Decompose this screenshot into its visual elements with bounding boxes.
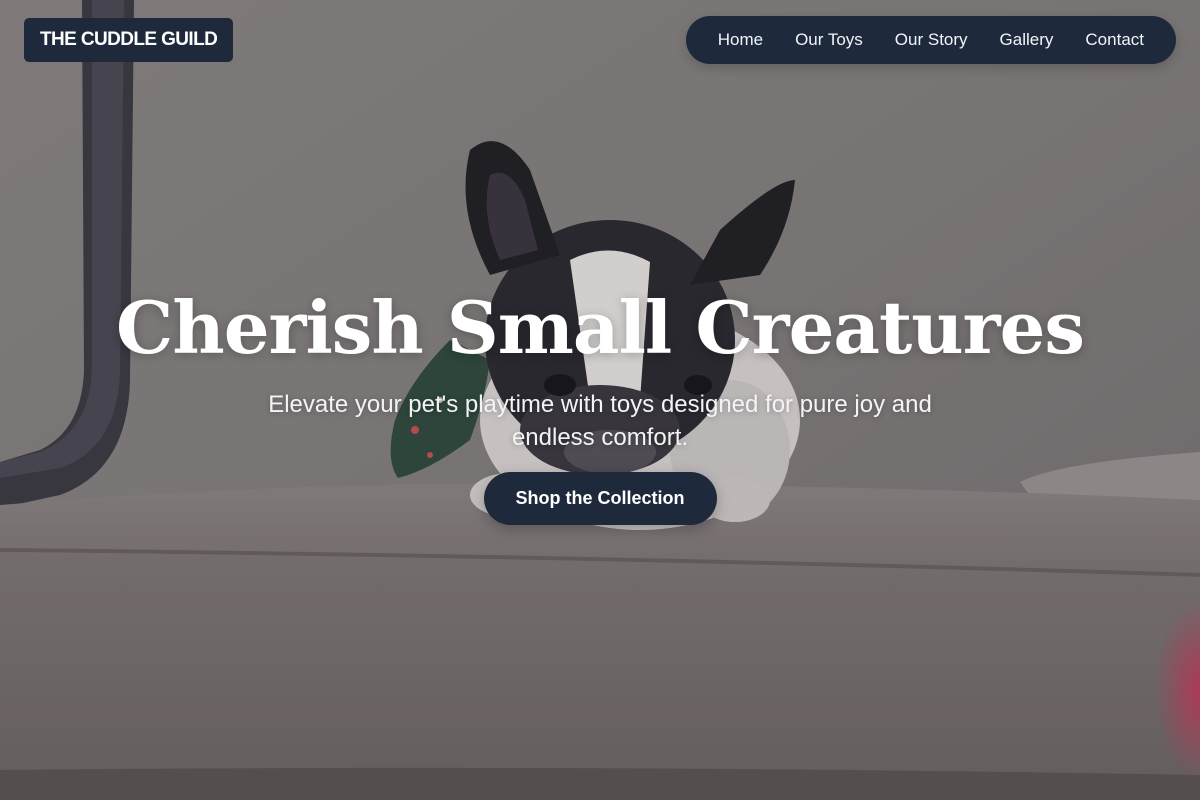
nav-item-our-story[interactable]: Our Story (879, 30, 984, 50)
hero-subtitle: Elevate your pet's playtime with toys de… (268, 391, 932, 451)
nav-item-our-toys[interactable]: Our Toys (779, 30, 879, 50)
nav-item-contact[interactable]: Contact (1069, 30, 1160, 50)
shop-collection-button[interactable]: Shop the Collection (483, 472, 717, 525)
main-navigation: Home Our Toys Our Story Gallery Contact (685, 16, 1176, 64)
site-logo[interactable]: THE CUDDLE GUILD (24, 18, 234, 62)
nav-item-gallery[interactable]: Gallery (984, 30, 1070, 50)
hero-content: Cherish Small Creatures Elevate your pet… (0, 280, 1200, 525)
nav-item-home[interactable]: Home (702, 30, 779, 50)
hero-title: Cherish Small Creatures (116, 285, 1085, 370)
